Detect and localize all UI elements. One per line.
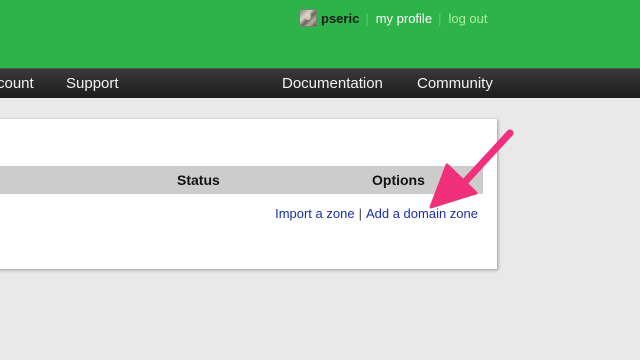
nav-item-community[interactable]: Community xyxy=(417,69,493,99)
zones-panel: Status Options Import a zone | Add a domai… xyxy=(0,119,497,269)
divider: | xyxy=(438,10,442,26)
my-profile-link[interactable]: my profile xyxy=(376,11,432,26)
nav-item-account[interactable]: count xyxy=(0,69,34,99)
column-header-status[interactable]: Status xyxy=(177,166,220,194)
action-divider: | xyxy=(358,206,362,221)
main-nav: count Support Documentation Community xyxy=(0,68,640,98)
avatar[interactable] xyxy=(299,9,317,27)
add-domain-zone-link[interactable]: Add a domain zone xyxy=(366,206,478,221)
user-menu: pseric | my profile | log out xyxy=(299,8,488,28)
divider: | xyxy=(365,10,369,26)
table-header: Status Options xyxy=(0,166,483,194)
nav-item-documentation[interactable]: Documentation xyxy=(282,69,383,99)
top-header-bar: pseric | my profile | log out xyxy=(0,0,640,68)
import-zone-link[interactable]: Import a zone xyxy=(275,206,355,221)
logout-link[interactable]: log out xyxy=(448,11,487,26)
column-header-options[interactable]: Options xyxy=(372,166,425,194)
nav-item-support[interactable]: Support xyxy=(66,69,119,99)
zone-actions: Import a zone | Add a domain zone xyxy=(275,206,478,221)
username[interactable]: pseric xyxy=(321,11,359,26)
